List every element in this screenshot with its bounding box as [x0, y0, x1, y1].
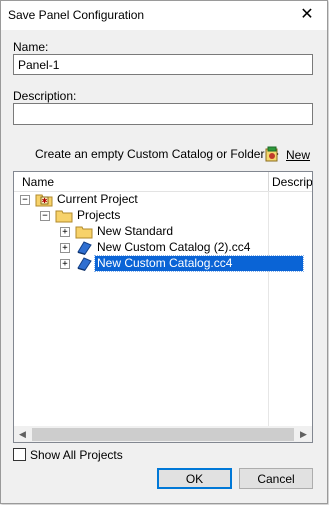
- new-button[interactable]: New: [286, 148, 310, 162]
- description-label: Description:: [13, 89, 77, 103]
- tree-item-projects[interactable]: − Projects: [40, 208, 260, 224]
- show-all-projects-checkbox[interactable]: [13, 448, 26, 461]
- name-label: Name:: [13, 40, 49, 54]
- collapse-icon[interactable]: −: [20, 195, 30, 205]
- name-field[interactable]: [13, 54, 313, 75]
- tree-header: Name Description: [14, 172, 312, 192]
- collapse-icon[interactable]: −: [40, 211, 50, 221]
- tree-item-label: New Custom Catalog.cc4: [94, 255, 304, 272]
- new-catalog-icon[interactable]: [264, 146, 280, 162]
- column-name[interactable]: Name: [22, 175, 54, 189]
- description-field[interactable]: [13, 103, 313, 125]
- ok-button[interactable]: OK: [157, 468, 232, 489]
- close-button[interactable]: ✕: [299, 7, 315, 23]
- scroll-right-icon[interactable]: ▶: [295, 426, 312, 442]
- tree-item-label: Projects: [77, 208, 121, 222]
- scroll-thumb[interactable]: [32, 428, 294, 441]
- title-bar: Save Panel Configuration ✕: [1, 1, 327, 30]
- scroll-left-icon[interactable]: ◀: [14, 426, 31, 442]
- expand-icon[interactable]: +: [60, 243, 70, 253]
- svg-text:✱: ✱: [42, 197, 48, 205]
- show-all-projects-label[interactable]: Show All Projects: [30, 448, 123, 462]
- save-panel-dialog: Save Panel Configuration ✕ Name: Descrip…: [0, 0, 328, 504]
- tree-item-catalog-2[interactable]: + New Custom Catalog (2).cc4: [60, 240, 260, 256]
- column-divider[interactable]: [268, 172, 269, 191]
- tree-item-new-standard[interactable]: + New Standard: [60, 224, 260, 240]
- window-title: Save Panel Configuration: [8, 8, 145, 22]
- column-guide: [268, 191, 269, 427]
- column-description[interactable]: Description: [272, 175, 312, 189]
- tree-item-label: Current Project: [57, 192, 138, 206]
- catalog-tree[interactable]: Name Description − ✱ Current Project − P…: [13, 171, 313, 443]
- tree-item-catalog[interactable]: + New Custom Catalog.cc4: [60, 255, 304, 274]
- cancel-button[interactable]: Cancel: [239, 468, 313, 489]
- tree-item-current-project[interactable]: − ✱ Current Project: [20, 192, 260, 208]
- create-hint: Create an empty Custom Catalog or Folder…: [35, 147, 279, 161]
- tree-item-label: New Custom Catalog (2).cc4: [97, 240, 251, 254]
- tree-item-label: New Standard: [97, 224, 174, 238]
- catalog-icon: [75, 256, 93, 274]
- expand-icon[interactable]: +: [60, 259, 70, 269]
- horizontal-scrollbar[interactable]: ◀ ▶: [14, 426, 312, 442]
- expand-icon[interactable]: +: [60, 227, 70, 237]
